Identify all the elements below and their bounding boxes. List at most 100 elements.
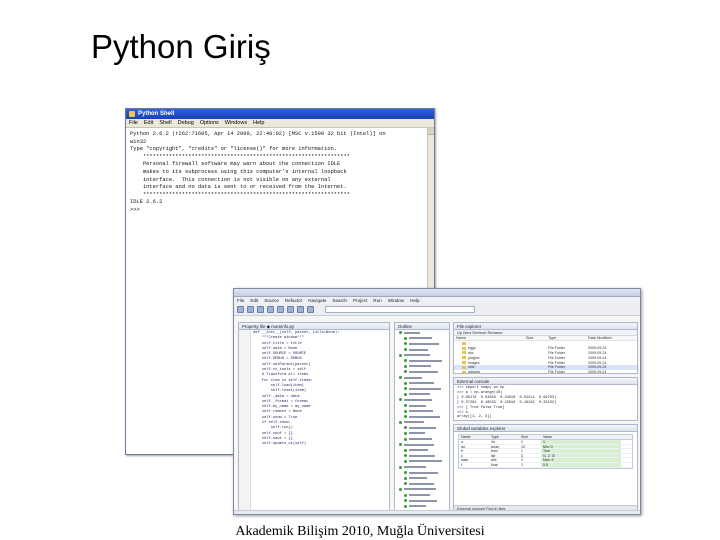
code-text[interactable]: def __init__(self, parent, title=None): … [239, 330, 389, 448]
debug-icon[interactable] [287, 306, 294, 313]
file-column-header[interactable]: Type [546, 336, 586, 340]
variable-value: 0.5 [541, 462, 621, 467]
variable-name: arr [461, 444, 466, 449]
shell-menu-options[interactable]: Options [200, 120, 219, 126]
variable-explorer-pane[interactable]: Global variables explorer Name Type Size Va… [453, 424, 638, 512]
variable-column-header[interactable]: Name [459, 435, 489, 439]
method-icon [399, 353, 402, 357]
method-icon [404, 348, 407, 352]
variable-type: float [491, 462, 498, 467]
variable-row[interactable]: f float 1 0.5 [459, 462, 632, 468]
folder-icon [462, 361, 466, 365]
print-icon[interactable] [267, 306, 274, 313]
file-type: File Folder [548, 365, 565, 370]
variable-size: 1 [521, 440, 523, 444]
file-explorer-tab[interactable]: File explorer [454, 323, 637, 330]
file-type: File Folder [548, 355, 565, 360]
ide-menu-search[interactable]: Search [332, 298, 347, 303]
ide-menu-window[interactable]: Window [388, 298, 404, 303]
outline-label [409, 494, 430, 497]
outline-label [409, 477, 427, 480]
ide-menu-help[interactable]: Help [410, 298, 419, 303]
console-line: ****************************************… [130, 191, 350, 198]
file-name: plugins [468, 355, 480, 360]
shell-menu-edit[interactable]: Edit [144, 120, 153, 126]
ide-menu-refactor[interactable]: Refactor [285, 298, 302, 303]
console-line: array([1, 2, 3]) [457, 415, 492, 420]
method-icon [404, 336, 407, 340]
variable-column-header[interactable]: Size [519, 435, 541, 439]
method-icon [404, 504, 407, 508]
ide-menu-edit[interactable]: Edit [250, 298, 258, 303]
outline-tab[interactable]: Outline [395, 323, 449, 330]
code-line: self.update_ui(self) [253, 442, 307, 447]
method-icon [404, 404, 407, 408]
console-output[interactable]: >>> import numpy as np >>> a = np.arange(… [454, 385, 637, 420]
python-icon [129, 111, 135, 117]
open-folder-icon[interactable] [247, 306, 254, 313]
outline-pane[interactable]: Outline [394, 322, 450, 512]
shell-menu-shell[interactable]: Shell [159, 120, 171, 126]
run-icon[interactable] [277, 306, 284, 313]
save-icon[interactable] [257, 306, 264, 313]
external-console-pane[interactable]: External console >>> import numpy as np >… [453, 377, 638, 421]
method-icon [399, 398, 402, 402]
ide-toolbar [234, 304, 640, 316]
variable-column-header[interactable]: Type [489, 435, 519, 439]
console-tab[interactable]: External console [454, 378, 637, 385]
ide-statusbar [234, 510, 640, 514]
method-icon [404, 364, 407, 368]
file-explorer-pane[interactable]: File explorer Up New Refresh Rename Name… [453, 322, 638, 374]
shell-menubar: File Edit Shell Debug Options Windows Help [126, 119, 434, 128]
variable-column-header[interactable]: Value [541, 435, 621, 439]
file-row[interactable]: widgets File Folder 2009-09-24 [454, 370, 637, 373]
outline-label [409, 393, 430, 396]
method-icon [404, 431, 407, 435]
working-directory-field[interactable] [325, 306, 475, 313]
console-line: IDLE 2.6.2 [130, 199, 163, 206]
ide-menu-run[interactable]: Run [373, 298, 381, 303]
console-line: Python 2.6.2 (r262:71605, Apr 14 2009, 2… [130, 131, 386, 137]
ide-menu-navigate[interactable]: Navigate [308, 298, 326, 303]
ide-menu-project[interactable]: Project [353, 298, 367, 303]
outline-label [409, 505, 426, 508]
code-editor-pane[interactable]: Property file ◆ moreinfo.py def __init__… [238, 322, 390, 512]
method-icon [399, 465, 402, 469]
method-icon [399, 443, 402, 447]
outline-label [409, 382, 434, 385]
file-column-header[interactable]: Name [454, 336, 524, 340]
method-icon [404, 409, 407, 413]
outline-label [409, 449, 428, 452]
variable-explorer-tab[interactable]: Global variables explorer [454, 425, 637, 432]
console-line: Personal firewall software may warn abou… [130, 161, 341, 168]
file-type: File Folder [548, 346, 565, 351]
folder-icon [462, 351, 466, 355]
shell-menu-windows[interactable]: Windows [225, 120, 247, 126]
method-icon [404, 392, 407, 396]
settings-icon[interactable] [307, 306, 314, 313]
file-column-header[interactable]: Size [524, 336, 546, 340]
shell-menu-help[interactable]: Help [253, 120, 264, 126]
scroll-up-icon[interactable] [428, 128, 434, 135]
outline-label [409, 438, 432, 441]
shell-menu-file[interactable]: File [129, 120, 138, 126]
new-file-icon[interactable] [237, 306, 244, 313]
console-line: win32 [130, 138, 147, 145]
file-date: 2009-09-24 [588, 350, 607, 355]
editor-tabs[interactable]: Property file ◆ moreinfo.py [239, 323, 389, 330]
file-column-header[interactable]: Date Modified [586, 336, 636, 340]
outline-label [409, 348, 428, 351]
variable-name: b [461, 449, 463, 453]
method-icon [404, 499, 407, 503]
outline-label [404, 376, 422, 379]
variable-size: 3 [521, 453, 523, 458]
outline-label [409, 404, 426, 407]
outline-label [404, 466, 426, 469]
method-icon [404, 482, 407, 486]
ide-menu-file[interactable]: File [237, 298, 244, 303]
shell-menu-debug[interactable]: Debug [178, 120, 194, 126]
variable-name: data [461, 458, 468, 462]
outline-item[interactable] [395, 503, 449, 509]
ide-menu-source[interactable]: Source [264, 298, 279, 303]
search-icon[interactable] [297, 306, 304, 313]
